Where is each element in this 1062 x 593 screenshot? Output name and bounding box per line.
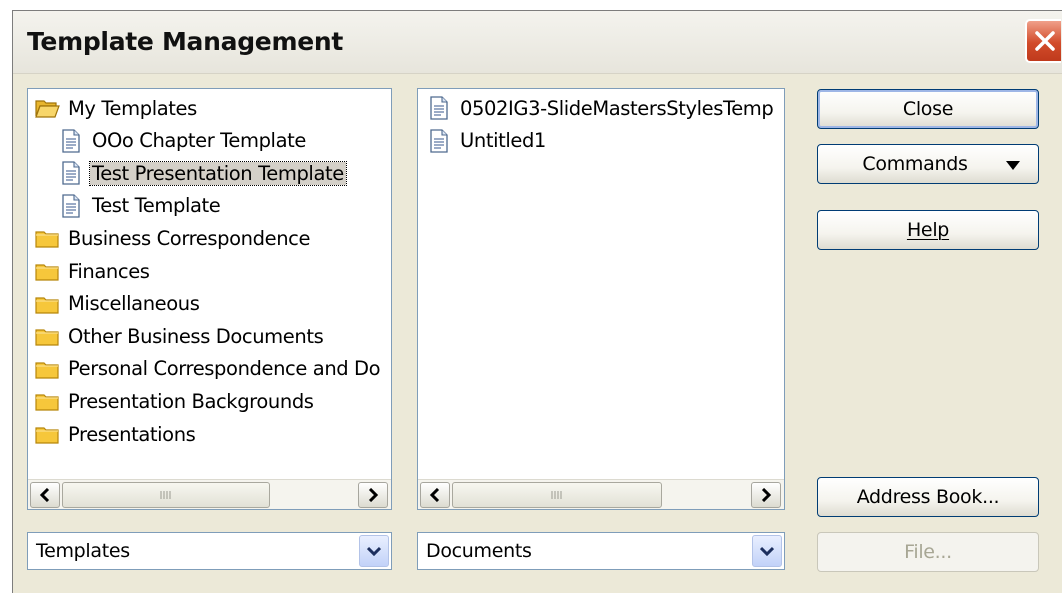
template-item-label: Test Template [92, 194, 221, 218]
list-horizontal-scrollbar[interactable] [418, 479, 784, 509]
title-bar[interactable]: Template Management [13, 11, 1062, 74]
scroll-right-button[interactable] [358, 482, 388, 508]
window-close-button[interactable] [1025, 19, 1061, 63]
template-item[interactable]: Test Template [58, 191, 221, 221]
folder-icon [34, 291, 60, 317]
address-book-button[interactable]: Address Book... [817, 477, 1039, 517]
category-folder[interactable]: Finances [34, 256, 150, 286]
documents-dropdown-button[interactable] [752, 535, 782, 567]
commands-button-label: Commands [862, 153, 968, 175]
document-icon [426, 128, 452, 154]
chevron-left-icon [39, 488, 50, 502]
category-folder-label: Presentation Backgrounds [68, 389, 314, 413]
category-folder-label: Personal Correspondence and Do [68, 357, 381, 381]
close-button[interactable]: Close [817, 89, 1039, 129]
template-item[interactable]: Test Presentation Template [58, 158, 347, 188]
help-button-label: Help [906, 219, 950, 241]
scroll-left-button[interactable] [30, 482, 60, 508]
template-item-label: Test Presentation Template [89, 160, 347, 186]
folder-icon [34, 258, 60, 284]
folder-icon [34, 225, 60, 251]
category-folder-label: Presentations [68, 422, 196, 446]
dialog-title: Template Management [27, 27, 344, 56]
help-button[interactable]: Help [817, 210, 1039, 250]
close-button-label: Close [902, 98, 954, 120]
category-folder-label: Business Correspondence [68, 226, 311, 250]
address-book-button-label: Address Book... [856, 486, 1000, 508]
category-folder[interactable]: My Templates [34, 93, 197, 123]
commands-button[interactable]: Commands [817, 144, 1039, 184]
document-item[interactable]: 0502IG3-SlideMastersStylesTemp [426, 93, 774, 123]
category-folder-label: Miscellaneous [68, 292, 200, 316]
document-icon [58, 193, 84, 219]
templates-combobox[interactable]: Templates [27, 532, 392, 570]
category-folder[interactable]: Presentation Backgrounds [34, 386, 314, 416]
folder-icon [34, 388, 60, 414]
scroll-thumb[interactable] [452, 482, 662, 508]
chevron-down-icon [367, 546, 381, 556]
category-folder-label: Finances [68, 259, 150, 283]
scroll-thumb[interactable] [62, 482, 270, 508]
template-document-list[interactable]: 0502IG3-SlideMastersStylesTemp Untitled1 [417, 88, 785, 510]
grip-icon [551, 491, 562, 499]
folder-icon [34, 356, 60, 382]
documents-combobox-value: Documents [426, 540, 532, 562]
document-icon [58, 128, 84, 154]
category-folder[interactable]: Business Correspondence [34, 223, 310, 253]
document-item-label: Untitled1 [460, 129, 546, 153]
chevron-right-icon [761, 488, 772, 502]
folder-icon [34, 421, 60, 447]
file-button-label: File... [904, 541, 952, 563]
scroll-right-button[interactable] [751, 482, 781, 508]
documents-combobox[interactable]: Documents [417, 532, 785, 570]
close-icon [1035, 31, 1055, 51]
tree-horizontal-scrollbar[interactable] [28, 479, 391, 509]
template-item-label: OOo Chapter Template [92, 129, 306, 153]
template-item[interactable]: OOo Chapter Template [58, 126, 306, 156]
file-button[interactable]: File... [817, 532, 1039, 572]
category-folder[interactable]: Presentations [34, 419, 196, 449]
scroll-left-button[interactable] [420, 482, 450, 508]
folder-icon [34, 323, 60, 349]
category-folder-label: My Templates [68, 96, 197, 120]
category-folder[interactable]: Miscellaneous [34, 289, 200, 319]
category-folder[interactable]: Personal Correspondence and Do [34, 354, 381, 384]
category-folder[interactable]: Other Business Documents [34, 321, 324, 351]
chevron-left-icon [429, 488, 440, 502]
template-category-tree[interactable]: My Templates OOo Chapter Template Test Pre… [27, 88, 392, 510]
category-folder-label: Other Business Documents [68, 324, 324, 348]
document-icon [426, 95, 452, 121]
document-icon [58, 160, 84, 186]
caret-down-icon [1006, 161, 1020, 170]
templates-combobox-value: Templates [36, 540, 130, 562]
document-item-label: 0502IG3-SlideMastersStylesTemp [460, 96, 774, 120]
template-management-dialog: Template Management My Templates OOo Chap… [12, 10, 1062, 593]
grip-icon [160, 491, 171, 499]
chevron-right-icon [368, 488, 379, 502]
templates-dropdown-button[interactable] [359, 535, 389, 567]
folder-open-icon [34, 95, 60, 121]
document-item[interactable]: Untitled1 [426, 126, 546, 156]
chevron-down-icon [760, 546, 774, 556]
